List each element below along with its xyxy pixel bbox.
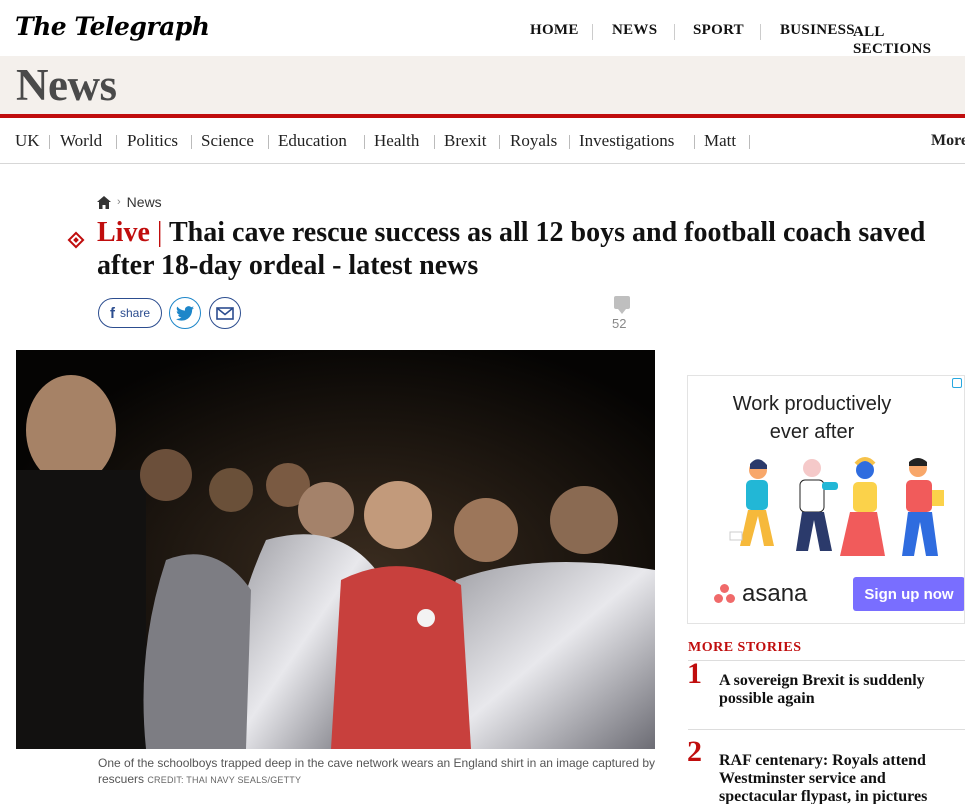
adchoices-icon[interactable] — [952, 378, 962, 388]
home-icon[interactable] — [97, 195, 111, 209]
ad-illustration — [729, 457, 944, 556]
ad-headline-line1: Work productively — [732, 393, 892, 415]
nav-news[interactable]: NEWS — [612, 22, 657, 39]
email-icon — [216, 306, 234, 320]
subnav-divider — [191, 135, 192, 149]
twitter-share-button[interactable] — [169, 297, 201, 329]
headline-text: Thai cave rescue success as all 12 boys … — [97, 217, 926, 281]
ad-signup-button[interactable]: Sign up now — [853, 577, 964, 611]
subnav-item-health[interactable]: Health — [374, 131, 419, 151]
nav-divider — [760, 24, 761, 40]
story-number: 1 — [687, 657, 702, 690]
subnav-divider — [49, 135, 50, 149]
subnav-divider — [364, 135, 365, 149]
story-link[interactable]: RAF centenary: Royals attend Westminster… — [719, 752, 965, 804]
ad-headline: Work productively ever after — [688, 390, 936, 446]
subnav-item-brexit[interactable]: Brexit — [444, 131, 487, 151]
more-stories-heading: MORE STORIES — [688, 640, 802, 655]
story-number: 2 — [687, 735, 702, 768]
more-stories-rule — [688, 660, 965, 661]
subnav-item-world[interactable]: World — [60, 131, 102, 151]
subnav-item-royals[interactable]: Royals — [510, 131, 557, 151]
image-caption: One of the schoolboys trapped deep in th… — [98, 755, 658, 788]
nav-home[interactable]: HOME — [530, 22, 579, 39]
subnav-item-uk[interactable]: UK — [15, 131, 40, 151]
section-title[interactable]: News — [16, 59, 117, 111]
asana-logo-icon — [714, 584, 736, 604]
section-subnav: UK World Politics Science Education Heal… — [0, 118, 965, 164]
story-link[interactable]: A sovereign Brexit is suddenly possible … — [719, 672, 965, 708]
live-icon — [67, 231, 85, 249]
comment-icon[interactable] — [614, 296, 630, 314]
share-label: share — [119, 306, 151, 320]
nav-divider — [674, 24, 675, 40]
subnav-item-matt[interactable]: Matt — [704, 131, 736, 151]
subnav-divider — [694, 135, 695, 149]
subnav-divider — [569, 135, 570, 149]
subnav-item-education[interactable]: Education — [278, 131, 347, 151]
article-headline: Live | Thai cave rescue success as all 1… — [97, 216, 963, 282]
facebook-share-button[interactable]: f share — [98, 298, 162, 328]
subnav-divider — [749, 135, 750, 149]
nav-sport[interactable]: SPORT — [693, 22, 744, 39]
subnav-item-science[interactable]: Science — [201, 131, 254, 151]
story-divider — [688, 729, 965, 730]
breadcrumb-news-link[interactable]: News — [127, 194, 162, 210]
subnav-more-button[interactable]: More — [931, 132, 965, 150]
top-bar: The Telegraph HOME NEWS SPORT BUSINESS A… — [0, 0, 965, 58]
facebook-icon: f — [109, 304, 115, 322]
live-label: Live — [97, 217, 150, 248]
all-sections-button[interactable]: ALL SECTIONS — [853, 24, 965, 58]
image-credit: CREDIT: THAI NAVY SEALS/GETTY — [147, 775, 302, 785]
asana-brand-text: asana — [742, 580, 808, 607]
section-header: News — [0, 56, 965, 116]
subnav-item-politics[interactable]: Politics — [127, 131, 178, 151]
article-hero-image — [16, 350, 655, 749]
nav-business[interactable]: BUSINESS — [780, 22, 855, 39]
twitter-icon — [176, 305, 194, 321]
subnav-item-investigations[interactable]: Investigations — [579, 131, 674, 151]
subnav-divider — [499, 135, 500, 149]
telegraph-logo[interactable]: The Telegraph — [15, 12, 210, 41]
ad-headline-line2: ever after — [769, 421, 855, 443]
subnav-divider — [434, 135, 435, 149]
nav-divider — [592, 24, 593, 40]
asana-logo[interactable]: asana — [714, 580, 807, 608]
cave-photo — [16, 350, 655, 749]
asana-advert[interactable]: Work productively ever after asana Sign … — [687, 375, 965, 624]
subnav-divider — [116, 135, 117, 149]
email-share-button[interactable] — [209, 297, 241, 329]
comment-count[interactable]: 52 — [612, 316, 626, 331]
subnav-divider — [268, 135, 269, 149]
breadcrumb-chevron-icon: › — [117, 196, 121, 208]
breadcrumb: › News — [97, 194, 162, 210]
live-separator: | — [156, 217, 163, 248]
